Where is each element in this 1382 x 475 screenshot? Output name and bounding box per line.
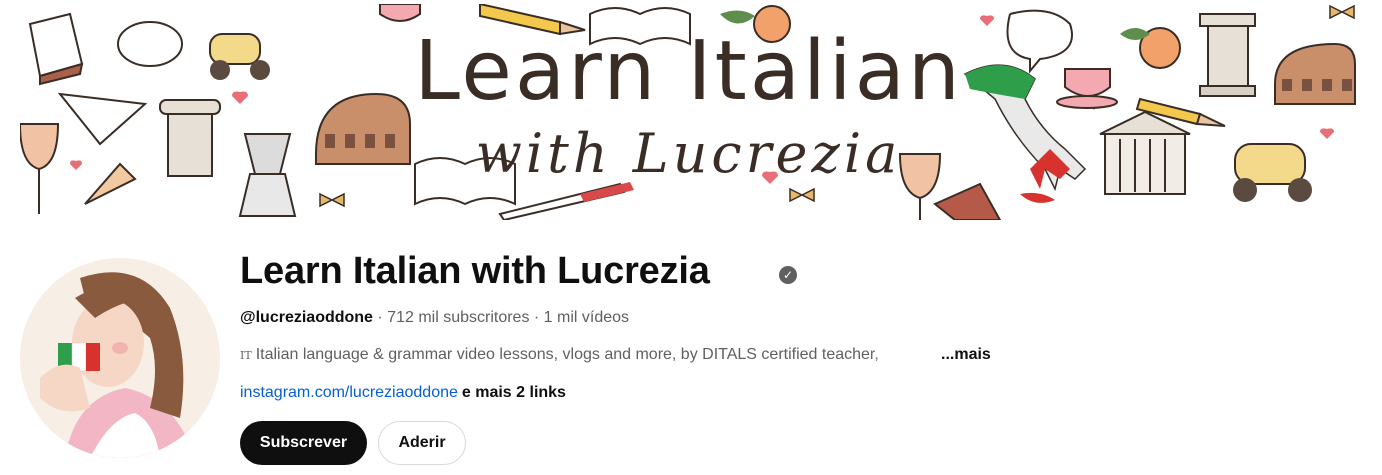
banner-subtitle: with Lucrezia — [475, 122, 902, 185]
channel-handle: @lucreziaoddone — [240, 309, 373, 326]
video-count: 1 mil vídeos — [543, 309, 630, 326]
verified-check-icon: ✓ — [779, 266, 797, 284]
meta-separator: · — [372, 309, 388, 326]
join-button[interactable]: Aderir — [378, 421, 466, 465]
channel-banner: Learn Italian with Lucrezia — [20, 4, 1357, 220]
channel-title: Learn Italian with Lucrezia — [240, 250, 710, 292]
subscribe-button[interactable]: Subscrever — [240, 421, 367, 465]
meta-separator: · — [529, 309, 544, 326]
notebook-doodle — [933, 182, 1002, 220]
instagram-link[interactable]: instagram.com/lucreziaoddone — [240, 384, 458, 401]
leaf-doodle — [720, 10, 755, 24]
pen-doodle — [498, 182, 634, 220]
channel-links: instagram.com/lucreziaoddone e mais 2 lin… — [240, 384, 566, 402]
channel-meta: @lucreziaoddone · 712 mil subscritores ·… — [240, 309, 629, 327]
avatar-illustration — [20, 258, 220, 458]
banner-title: Learn Italian — [414, 24, 963, 119]
language-tag: IT — [240, 349, 252, 362]
more-links-button[interactable]: e mais 2 links — [462, 384, 566, 401]
channel-description[interactable]: IT Italian language & grammar video lesso… — [240, 346, 940, 364]
more-button[interactable]: ...mais — [941, 346, 991, 364]
channel-avatar[interactable] — [20, 258, 220, 458]
coffee-cup-doodle — [379, 4, 421, 22]
subscriber-count: 712 mil subscritores — [387, 309, 530, 326]
description-fade — [870, 344, 940, 368]
description-text: Italian language & grammar video lessons… — [255, 346, 879, 363]
